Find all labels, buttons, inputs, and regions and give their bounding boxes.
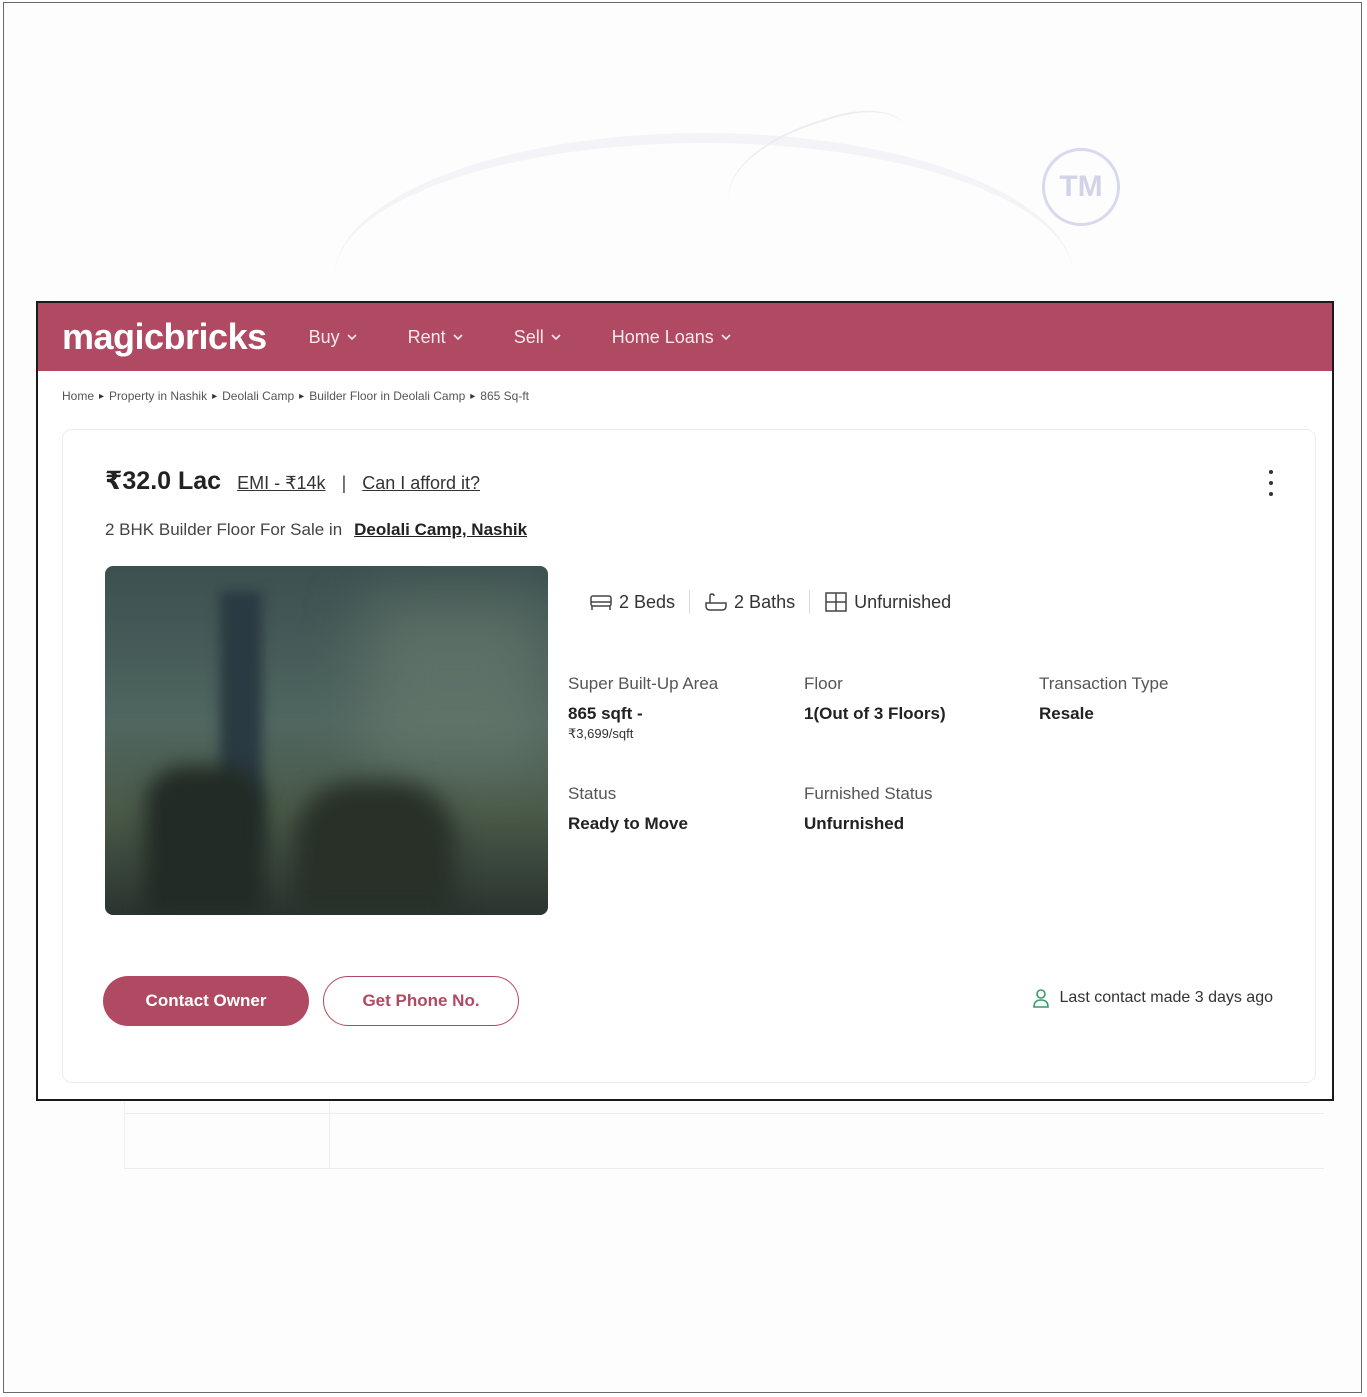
top-navbar: magicbricks Buy Rent Sell Home Loans bbox=[38, 303, 1332, 371]
listing-screenshot: magicbricks Buy Rent Sell Home Loans Hom… bbox=[36, 301, 1334, 1101]
breadcrumb: Home ▸ Property in Nashik ▸ Deolali Camp… bbox=[38, 371, 1332, 421]
chevron-down-icon bbox=[453, 334, 463, 341]
nav-home-loans-label: Home Loans bbox=[611, 326, 714, 347]
furnishing-label: Unfurnished bbox=[854, 591, 952, 612]
breadcrumb-separator: ▸ bbox=[299, 390, 305, 402]
nav-sell-label: Sell bbox=[513, 326, 544, 347]
background-table-line bbox=[124, 1168, 1324, 1169]
floor-value: 1(Out of 3 Floors) bbox=[804, 704, 946, 723]
breadcrumb-deolali-camp[interactable]: Deolali Camp bbox=[222, 389, 294, 403]
chevron-down-icon bbox=[551, 334, 561, 341]
furnishing-icon bbox=[825, 592, 847, 612]
magicbricks-logo[interactable]: magicbricks bbox=[62, 319, 267, 355]
breadcrumb-separator: ▸ bbox=[99, 390, 105, 402]
nav-rent[interactable]: Rent bbox=[408, 327, 464, 348]
listing-card: ₹32.0 Lac EMI - ₹14k | Can I afford it? … bbox=[62, 429, 1316, 1083]
action-buttons: Contact Owner Get Phone No. bbox=[103, 976, 519, 1026]
floor-detail: Floor 1(Out of 3 Floors) bbox=[804, 674, 946, 724]
status-value: Ready to Move bbox=[568, 814, 688, 833]
beds-label: 2 Beds bbox=[619, 591, 676, 612]
status-label: Status bbox=[568, 784, 617, 803]
breadcrumb-property-in-nashik[interactable]: Property in Nashik bbox=[109, 389, 207, 403]
breadcrumb-current: 865 Sq-ft bbox=[480, 389, 529, 403]
more-options-icon[interactable] bbox=[1267, 470, 1275, 496]
user-icon bbox=[1032, 989, 1049, 1008]
breadcrumb-separator: ▸ bbox=[212, 390, 218, 402]
furnished-detail: Furnished Status Unfurnished bbox=[804, 784, 933, 834]
bath-icon bbox=[705, 593, 727, 611]
area-value: 865 sqft - bbox=[568, 704, 643, 723]
amenity-divider bbox=[689, 590, 691, 614]
property-photo[interactable] bbox=[105, 566, 548, 915]
listing-type: 2 BHK Builder Floor For Sale in bbox=[105, 520, 343, 539]
background-table-line bbox=[124, 1113, 1324, 1114]
amenities-row: 2 Beds 2 Baths Unfurnished bbox=[589, 590, 951, 614]
transaction-label: Transaction Type bbox=[1039, 674, 1169, 693]
nav-sell[interactable]: Sell bbox=[514, 327, 562, 348]
nav-rent-label: Rent bbox=[407, 326, 446, 347]
nav-buy[interactable]: Buy bbox=[309, 327, 358, 348]
price-row: ₹32.0 Lac EMI - ₹14k | Can I afford it? bbox=[105, 466, 480, 496]
baths-summary: 2 Baths bbox=[704, 592, 795, 613]
nav-buy-label: Buy bbox=[308, 326, 340, 347]
furnished-value: Unfurnished bbox=[804, 814, 905, 833]
contact-owner-button[interactable]: Contact Owner bbox=[103, 976, 309, 1026]
chevron-down-icon bbox=[721, 334, 731, 341]
area-rate: ₹3,699/sqft bbox=[568, 726, 634, 741]
get-phone-button[interactable]: Get Phone No. bbox=[323, 976, 519, 1026]
listing-subtitle: 2 BHK Builder Floor For Sale in Deolali … bbox=[105, 520, 527, 540]
bed-icon bbox=[590, 595, 612, 610]
last-contact-text: Last contact made 3 days ago bbox=[1059, 989, 1273, 1006]
status-detail: Status Ready to Move bbox=[568, 784, 688, 834]
chevron-down-icon bbox=[347, 334, 357, 341]
furnishing-summary: Unfurnished bbox=[824, 591, 951, 613]
breadcrumb-separator: ▸ bbox=[470, 390, 476, 402]
furnished-label: Furnished Status bbox=[804, 784, 933, 803]
emi-link[interactable]: EMI - ₹14k bbox=[237, 473, 325, 494]
divider: | bbox=[341, 473, 347, 493]
amenity-divider bbox=[809, 590, 811, 614]
area-detail: Super Built-Up Area 865 sqft - ₹3,699/sq… bbox=[568, 674, 718, 742]
last-contact-info: Last contact made 3 days ago bbox=[1032, 988, 1273, 1008]
price: ₹32.0 Lac bbox=[105, 467, 222, 495]
afford-link[interactable]: Can I afford it? bbox=[362, 473, 480, 494]
breadcrumb-home[interactable]: Home bbox=[62, 389, 94, 403]
beds-summary: 2 Beds bbox=[589, 592, 675, 613]
background-seal: TM bbox=[1042, 148, 1120, 226]
nav-home-loans[interactable]: Home Loans bbox=[612, 327, 732, 348]
transaction-value: Resale bbox=[1039, 704, 1094, 723]
area-label: Super Built-Up Area bbox=[568, 674, 719, 693]
baths-label: 2 Baths bbox=[734, 591, 796, 612]
transaction-detail: Transaction Type Resale bbox=[1039, 674, 1168, 724]
breadcrumb-builder-floor[interactable]: Builder Floor in Deolali Camp bbox=[309, 389, 465, 403]
floor-label: Floor bbox=[804, 674, 843, 693]
location-link[interactable]: Deolali Camp, Nashik bbox=[354, 520, 527, 540]
